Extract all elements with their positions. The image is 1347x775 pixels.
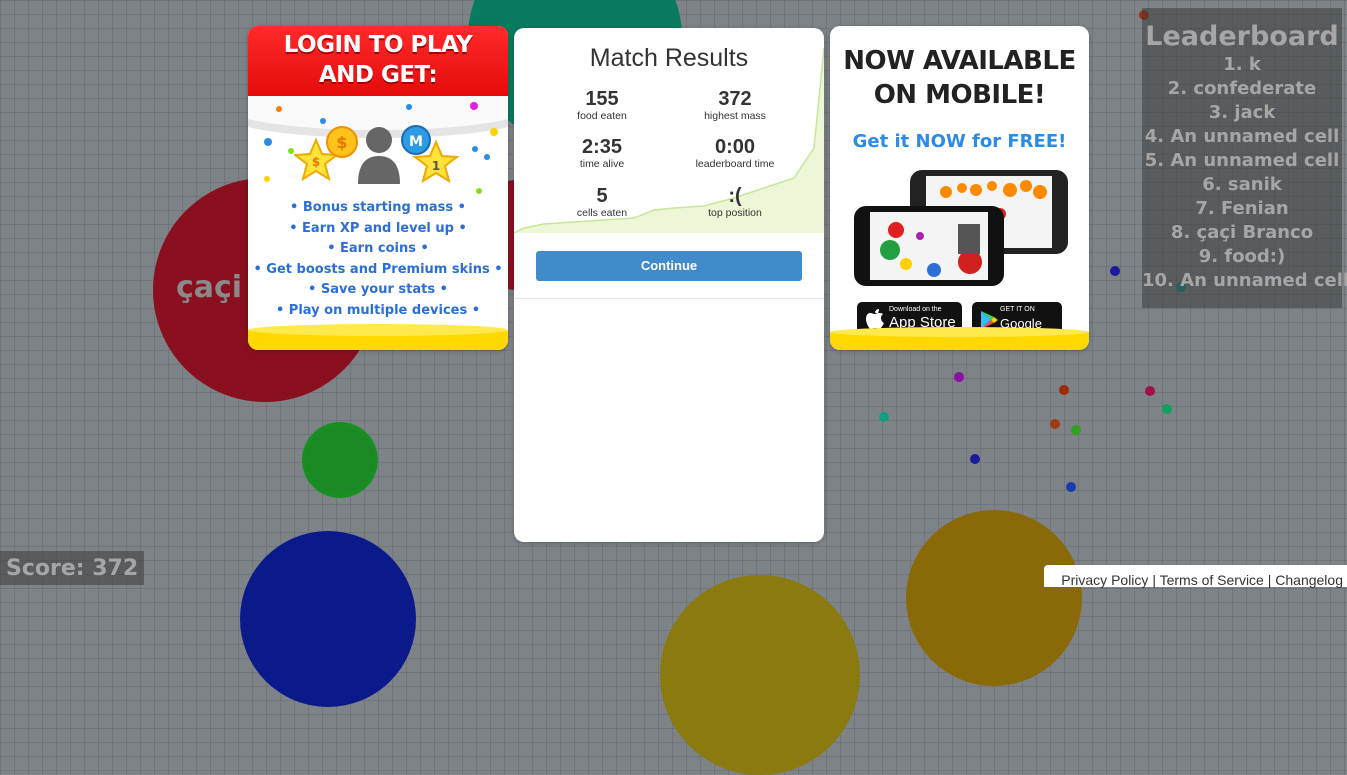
footer-separator: | <box>1267 572 1272 588</box>
login-benefits-list: • Bonus starting mass • • Earn XP and le… <box>248 198 508 322</box>
stat-value: 372 <box>718 88 752 110</box>
stat-cells-eaten: 5 cells eaten <box>532 185 672 219</box>
match-results-panel: Match Results 155 food eaten 372 highest… <box>514 28 824 542</box>
leaderboard-entry: 1. k <box>1223 54 1261 75</box>
confetti-dot <box>264 138 272 146</box>
confetti-dot <box>470 102 478 110</box>
food-pellet <box>879 412 889 422</box>
match-results-title: Match Results <box>589 44 749 72</box>
stat-value: 0:00 <box>714 136 756 158</box>
svg-text:M: M <box>409 134 423 150</box>
leaderboard-entry: 7. Fenian <box>1195 198 1289 219</box>
privacy-policy-link[interactable]: Privacy Policy <box>1061 572 1148 588</box>
leaderboard-entry: 9. food:) <box>1198 246 1286 267</box>
stat-top-position: :( top position <box>665 185 805 219</box>
olive-player-cell <box>660 575 860 775</box>
confetti-dot <box>476 188 482 194</box>
footer-links: Privacy Policy | Terms of Service | Chan… <box>1044 565 1347 588</box>
confetti-dot <box>472 146 478 152</box>
mobile-promo-card[interactable]: NOW AVAILABLE ON MOBILE! Get it NOW for … <box>830 26 1089 350</box>
stat-value: 5 <box>596 185 608 207</box>
promo-footer-stripe <box>830 327 1089 350</box>
stat-food-eaten: 155 food eaten <box>532 88 672 122</box>
leaderboard-entry: 8. çaçi Branco <box>1170 222 1314 243</box>
coin-icon: $ $ <box>294 126 358 182</box>
promo-footer-stripe <box>248 324 508 350</box>
food-pellet <box>1071 425 1081 435</box>
confetti-dot <box>484 154 490 160</box>
stat-label: top position <box>708 207 762 219</box>
stat-label: time alive <box>579 158 625 170</box>
food-pellet <box>1145 386 1155 396</box>
virus-cell <box>305 425 375 495</box>
food-pellet <box>1059 385 1069 395</box>
benefit-item: • Bonus starting mass • <box>290 200 466 215</box>
continue-button[interactable]: Continue <box>536 251 802 281</box>
stat-label: highest mass <box>704 110 766 122</box>
stat-highest-mass: 372 highest mass <box>665 88 805 122</box>
stat-value: 2:35 <box>581 136 623 158</box>
changelog-link[interactable]: Changelog <box>1275 572 1343 588</box>
stat-value: 155 <box>585 88 619 110</box>
login-promo-title-line1: LOGIN TO PLAY <box>283 32 473 58</box>
stat-label: food eaten <box>577 110 627 122</box>
benefit-item: • Earn coins • <box>327 241 429 257</box>
divider <box>514 298 824 299</box>
phones-illustration <box>854 170 1068 286</box>
apple-icon <box>866 309 884 329</box>
benefit-item: • Save your stats • <box>308 282 448 298</box>
food-pellet <box>1066 482 1076 492</box>
svg-text:$: $ <box>312 155 320 169</box>
svg-text:$: $ <box>336 133 347 152</box>
confetti-dot <box>490 128 498 136</box>
blue-player-cell <box>240 531 416 707</box>
confetti-dot <box>276 106 282 112</box>
login-promo-card[interactable]: LOGIN TO PLAY AND GET: $ $ M 1 • Bonus s… <box>248 26 508 350</box>
stat-leaderboard-time: 0:00 leaderboard time <box>665 136 805 170</box>
confetti-dot <box>406 104 412 110</box>
leaderboard-entry: 5. An unnamed cell <box>1144 150 1340 171</box>
stat-value: :( <box>728 185 742 207</box>
benefit-item: • Get boosts and Premium skins • <box>253 261 503 277</box>
user-icon <box>358 127 400 184</box>
leaderboard-entry: 4. An unnamed cell <box>1144 126 1340 147</box>
leaderboard-entry: 3. jack <box>1208 102 1276 123</box>
food-pellet <box>1050 419 1060 429</box>
leaderboard-entry: 6. sanik <box>1202 174 1282 195</box>
food-pellet <box>954 372 964 382</box>
food-pellet <box>1162 404 1172 414</box>
leaderboard-panel: Leaderboard 1. k 2. confederate 3. jack … <box>1142 8 1347 308</box>
terms-of-service-link[interactable]: Terms of Service <box>1160 572 1264 588</box>
stat-label: cells eaten <box>576 207 628 219</box>
confetti-dot <box>264 176 270 182</box>
food-pellet <box>1110 266 1120 276</box>
mobile-promo-title-line2: ON MOBILE! <box>873 80 1046 110</box>
leaderboard-entry: 2. confederate <box>1167 78 1317 99</box>
mobile-promo-title-line1: NOW AVAILABLE <box>843 46 1076 76</box>
login-promo-title-line2: AND GET: <box>318 62 438 88</box>
score-display: Score: 372 <box>0 551 145 585</box>
svg-text:1: 1 <box>432 159 440 173</box>
benefit-item: • Play on multiple devices • <box>275 302 481 318</box>
footer-separator: | <box>1152 572 1156 588</box>
benefit-item: • Earn XP and level up • <box>289 220 467 236</box>
app-store-small-label: Download on the <box>889 306 942 313</box>
leaderboard-title: Leaderboard <box>1145 21 1339 52</box>
stat-label: leaderboard time <box>695 158 775 170</box>
gold-player-cell <box>906 510 1082 686</box>
mobile-promo-subtitle: Get it NOW for FREE! <box>852 131 1067 152</box>
google-play-small-label: GET IT ON <box>1000 306 1035 313</box>
food-pellet <box>970 454 980 464</box>
xp-star-icon: M 1 <box>401 125 460 184</box>
stat-time-alive: 2:35 time alive <box>532 136 672 170</box>
leaderboard-entry: 10. An unnamed cell <box>1142 270 1347 291</box>
cell-name-label: çaçi <box>176 270 243 305</box>
